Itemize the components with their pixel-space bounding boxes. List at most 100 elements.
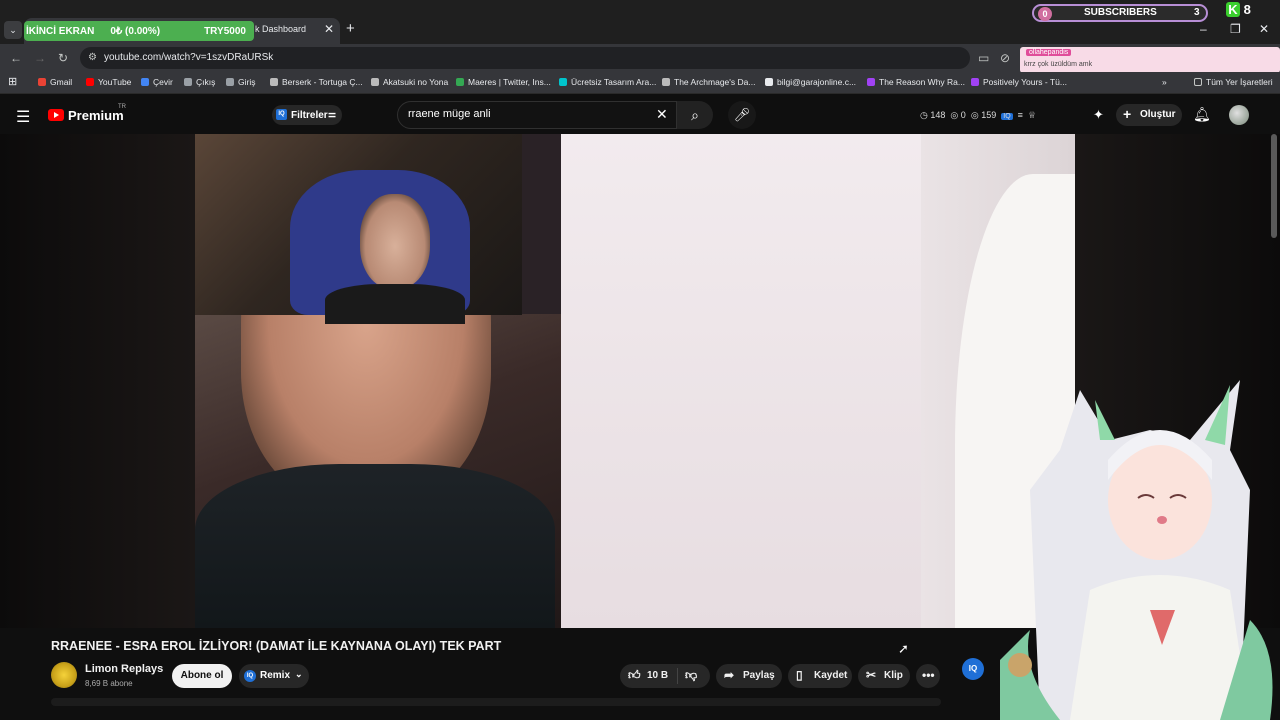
filters-button[interactable]: IQ Filtreler ⚌	[272, 105, 342, 125]
bookmark-label: YouTube	[98, 77, 132, 87]
sub-right-count: 3	[1194, 7, 1200, 18]
eye-icon-2: ◎	[970, 110, 979, 120]
bookmark-favicon-icon	[141, 78, 149, 86]
bookmark-favicon-icon	[662, 78, 670, 86]
notifications-bell-icon[interactable]: 🔔︎	[1193, 106, 1211, 123]
more-actions-button[interactable]: •••	[916, 664, 940, 688]
goal-target: TRY5000	[204, 25, 246, 37]
premium-brand[interactable]: Premium	[68, 108, 124, 123]
chat-popup: ollahepandis krrz çok üzüldüm amk	[1020, 47, 1280, 73]
create-button[interactable]: + Oluştur	[1116, 104, 1182, 126]
bookmark-item[interactable]: YouTube	[86, 77, 131, 87]
iq-icon: IQ	[244, 670, 256, 682]
url-text[interactable]: youtube.com/watch?v=1szvDRaURSk	[104, 52, 273, 63]
voice-search-button[interactable]: 🎤︎	[728, 101, 756, 129]
close-window-icon[interactable]: ✕	[1259, 22, 1269, 36]
subscribers-widget: 0 SUBSCRIBERS 3	[1032, 4, 1208, 22]
bookmark-favicon-icon	[765, 78, 773, 86]
streamer-shirt	[325, 284, 465, 324]
bookmark-item[interactable]: Maeres | Twitter, Ins...	[456, 77, 551, 87]
channel-name[interactable]: Limon Replays	[85, 663, 163, 675]
list-icon[interactable]: ≡	[1018, 110, 1023, 120]
bookmark-item[interactable]: The Reason Why Ra...	[867, 77, 965, 87]
plus-icon: +	[1123, 106, 1132, 122]
bookmark-item[interactable]: Akatsuki no Yona	[371, 77, 448, 87]
forward-icon[interactable]: →	[34, 51, 46, 65]
bookmark-label: Ücretsiz Tasarım Ara...	[571, 77, 657, 87]
bookmark-icon: ▯	[796, 668, 803, 682]
tab-search-button[interactable]: ⌄	[4, 21, 22, 39]
subscribe-button[interactable]: Abone ol	[172, 664, 232, 688]
channel-subscriber-count: 8,69 B abone	[85, 679, 133, 688]
like-count[interactable]: 10 B	[647, 670, 668, 681]
new-tab-icon[interactable]: +	[346, 20, 355, 37]
cast-icon[interactable]: ▭	[978, 51, 989, 65]
site-info-icon[interactable]: ⚙	[88, 52, 97, 63]
bookmark-item[interactable]: Giriş	[226, 77, 255, 87]
apps-grid-icon[interactable]: ⊞	[8, 75, 17, 88]
stream-goal-overlay: İKİNCİ EKRAN 0₺ (0.00%) TRY5000	[24, 21, 254, 41]
search-icon: ⌕	[691, 107, 699, 123]
bookmark-item[interactable]: Çevir	[141, 77, 173, 87]
sub-left-count: 0	[1038, 7, 1052, 21]
video-frame-man	[561, 134, 921, 628]
bookmark-item[interactable]: bilgi@garajonline.c...	[765, 77, 856, 87]
vtuber-avatar	[1000, 380, 1273, 720]
back-icon[interactable]: ←	[10, 51, 22, 65]
clip-button[interactable]: ✂ Klip	[858, 664, 910, 688]
bookmark-favicon-icon	[371, 78, 379, 86]
bookmark-label: Çıkış	[196, 77, 216, 87]
bookmark-item[interactable]: Ücretsiz Tasarım Ara...	[559, 77, 656, 87]
clear-search-icon[interactable]: ✕	[656, 106, 668, 123]
sliders-icon: ⚌	[328, 109, 337, 119]
mouse-cursor-icon: ➚	[898, 641, 909, 656]
restore-icon[interactable]: ❐	[1230, 22, 1241, 36]
menu-icon[interactable]: ☰	[16, 107, 30, 127]
bookmark-label: Giriş	[238, 77, 256, 87]
channel-avatar[interactable]	[51, 662, 77, 688]
save-label: Kaydet	[814, 670, 848, 681]
all-bookmarks[interactable]: Tüm Yer İşaretleri	[1194, 77, 1273, 87]
bookmark-item[interactable]: Çıkış	[184, 77, 215, 87]
extension-icon[interactable]: ✦	[1093, 107, 1104, 123]
theater-backdrop-left	[0, 134, 195, 628]
bookmark-label: Çevir	[153, 77, 173, 87]
more-bookmarks-icon[interactable]: »	[1162, 77, 1167, 87]
chat-message: krrz çok üzüldüm amk	[1024, 61, 1093, 68]
description-box[interactable]	[51, 698, 941, 706]
bookmark-label: Gmail	[50, 77, 73, 87]
bookmark-item[interactable]: Gmail	[38, 77, 72, 87]
bookmark-label: bilgi@garajonline.c...	[777, 77, 857, 87]
bookmark-label: Akatsuki no Yona	[383, 77, 449, 87]
filters-label: Filtreler	[291, 110, 328, 121]
bookmark-label: The Reason Why Ra...	[879, 77, 965, 87]
streamer-webcam	[195, 134, 522, 324]
iq-icon[interactable]: IQ	[1001, 113, 1013, 120]
bookmark-item[interactable]: Berserk - Tortuga Ç...	[270, 77, 363, 87]
eye-off-icon[interactable]: ⊘	[1000, 51, 1010, 65]
page-scrollbar[interactable]	[1271, 134, 1277, 238]
search-input[interactable]: rraene müge anli	[408, 108, 491, 120]
trophy-icon[interactable]: ♕	[1028, 110, 1036, 120]
more-icon: •••	[922, 668, 935, 682]
save-button[interactable]: ▯ Kaydet	[788, 664, 852, 688]
close-tab-icon[interactable]: ✕	[324, 22, 334, 36]
search-button[interactable]: ⌕	[677, 101, 713, 129]
like-icon[interactable]: 👍︎	[628, 668, 641, 683]
remix-button[interactable]: IQ Remix ⌄	[239, 664, 309, 688]
account-avatar[interactable]	[1229, 105, 1249, 125]
youtube-logo-icon[interactable]	[48, 109, 64, 121]
bookmark-favicon-icon	[38, 78, 46, 86]
bookmark-item[interactable]: Positively Yours - Tü...	[971, 77, 1067, 87]
reload-icon[interactable]: ↻	[58, 51, 68, 65]
minimize-icon[interactable]: –	[1200, 22, 1207, 36]
remix-label: Remix	[260, 670, 291, 681]
video-player[interactable]	[195, 134, 1075, 628]
goal-value: 0₺ (0.00%)	[110, 25, 161, 37]
share-label: Paylaş	[743, 670, 775, 681]
iq-extension-badge[interactable]: IQ	[962, 658, 984, 680]
dislike-icon[interactable]: 👎︎	[685, 668, 697, 683]
bookmark-item[interactable]: The Archmage's Da...	[662, 77, 755, 87]
share-icon: ➦	[724, 668, 735, 682]
share-button[interactable]: ➦ Paylaş	[716, 664, 782, 688]
